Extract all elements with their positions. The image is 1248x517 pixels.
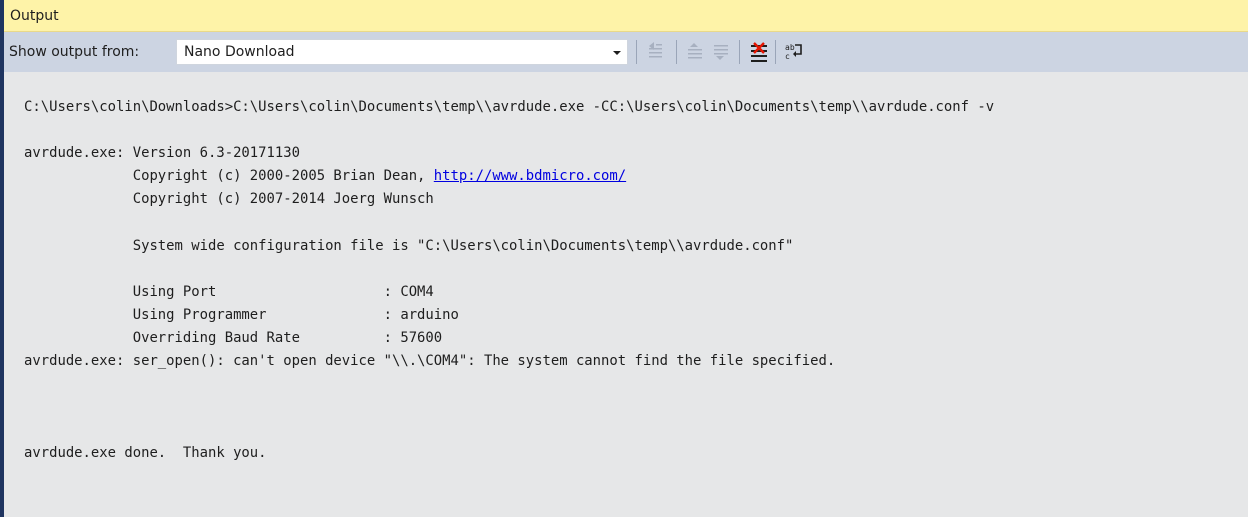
output-line: Overriding Baud Rate : 57600 bbox=[24, 329, 443, 346]
show-output-from-label: Show output from: bbox=[9, 44, 140, 60]
clear-all-icon[interactable] bbox=[748, 41, 770, 63]
toolbar-separator bbox=[739, 40, 740, 64]
output-toolbar: Show output from: Nano Download ab c bbox=[4, 32, 1248, 72]
output-line: Using Port : COM4 bbox=[24, 283, 434, 300]
find-message-in-code-icon[interactable] bbox=[645, 41, 667, 63]
go-to-previous-message-icon[interactable] bbox=[684, 41, 706, 63]
output-line: C:\Users\colin\Downloads>C:\Users\colin\… bbox=[24, 99, 995, 115]
output-line: Copyright (c) 2000-2005 Brian Dean, bbox=[24, 168, 434, 185]
toolbar-separator bbox=[775, 40, 776, 64]
output-line: avrdude.exe done. Thank you. bbox=[24, 445, 267, 462]
svg-text:ab: ab bbox=[785, 43, 795, 52]
bdmicro-link[interactable]: http://www.bdmicro.com/ bbox=[434, 168, 626, 184]
chevron-down-icon[interactable] bbox=[607, 40, 627, 64]
output-line: Copyright (c) 2007-2014 Joerg Wunsch bbox=[24, 191, 434, 208]
output-window-titlebar[interactable]: Output bbox=[4, 0, 1248, 32]
output-line: System wide configuration file is "C:\Us… bbox=[24, 237, 794, 254]
output-text-area[interactable]: C:\Users\colin\Downloads>C:\Users\colin\… bbox=[24, 96, 994, 466]
go-to-next-message-icon[interactable] bbox=[710, 41, 732, 63]
window-title: Output bbox=[10, 8, 59, 24]
output-source-value: Nano Download bbox=[184, 44, 295, 60]
toggle-word-wrap-icon[interactable]: ab c bbox=[783, 41, 805, 63]
svg-text:c: c bbox=[785, 52, 790, 61]
output-source-dropdown[interactable]: Nano Download bbox=[176, 39, 628, 65]
toolbar-separator bbox=[676, 40, 677, 64]
output-line: Using Programmer : arduino bbox=[24, 306, 459, 323]
output-line: avrdude.exe: ser_open(): can't open devi… bbox=[24, 353, 836, 370]
toolbar-separator bbox=[636, 40, 637, 64]
window-left-border bbox=[0, 0, 4, 517]
output-line: avrdude.exe: Version 6.3-20171130 bbox=[24, 145, 300, 162]
